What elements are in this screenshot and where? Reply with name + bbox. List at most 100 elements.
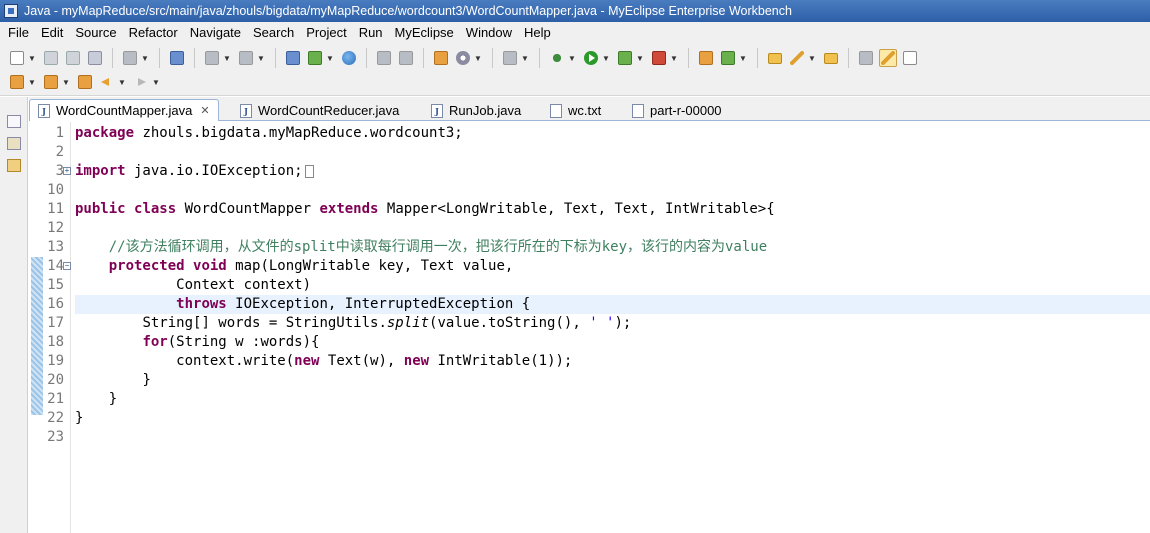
code-area[interactable]: package zhouls.bigdata.myMapReduce.wordc… bbox=[71, 122, 1150, 533]
search-tool-dropdown[interactable]: ▼ bbox=[257, 49, 265, 67]
back-dropdown[interactable]: ▼ bbox=[118, 73, 126, 91]
menu-search[interactable]: Search bbox=[247, 25, 300, 40]
browser-button[interactable] bbox=[340, 49, 358, 67]
grid-button[interactable] bbox=[432, 49, 450, 67]
settings-button[interactable] bbox=[454, 49, 472, 67]
db-button[interactable] bbox=[284, 49, 302, 67]
annotation-ruler[interactable] bbox=[29, 122, 45, 533]
deploy-button[interactable] bbox=[168, 49, 186, 67]
line-number: 20 bbox=[47, 372, 64, 388]
next-annotation-button[interactable] bbox=[8, 73, 26, 91]
tab-wordcountreducer[interactable]: J WordCountReducer.java bbox=[231, 99, 411, 121]
restore-icon[interactable] bbox=[7, 115, 21, 128]
copy-button[interactable] bbox=[375, 49, 393, 67]
forward-button[interactable] bbox=[132, 73, 150, 91]
coverage-icon bbox=[618, 51, 632, 65]
folded-imports-box[interactable] bbox=[304, 164, 314, 178]
collapse-method-icon[interactable]: − bbox=[63, 262, 71, 270]
toolbar-separator bbox=[366, 48, 367, 68]
new-button[interactable] bbox=[8, 49, 26, 67]
menu-project[interactable]: Project bbox=[300, 25, 352, 40]
menu-refactor[interactable]: Refactor bbox=[123, 25, 184, 40]
edit-button[interactable] bbox=[788, 49, 806, 67]
toolbar-separator bbox=[539, 48, 540, 68]
window-title: Java - myMapReduce/src/main/java/zhouls/… bbox=[24, 4, 792, 18]
toolbar-separator bbox=[688, 48, 689, 68]
debug-dropdown[interactable]: ▼ bbox=[568, 49, 576, 67]
new-class-dropdown[interactable]: ▼ bbox=[739, 49, 747, 67]
change-indicator-bar bbox=[31, 257, 43, 415]
menu-run[interactable]: Run bbox=[353, 25, 389, 40]
new-dropdown[interactable]: ▼ bbox=[28, 49, 36, 67]
prev-annotation-button[interactable] bbox=[42, 73, 60, 91]
save-all-button[interactable] bbox=[64, 49, 82, 67]
settings-dropdown[interactable]: ▼ bbox=[474, 49, 482, 67]
perspective-other-button[interactable] bbox=[901, 49, 919, 67]
line-number: 2 bbox=[55, 144, 64, 160]
refresh-button[interactable] bbox=[397, 49, 415, 67]
menu-window[interactable]: Window bbox=[460, 25, 518, 40]
string-literal: ' ' bbox=[589, 315, 615, 331]
menu-help[interactable]: Help bbox=[518, 25, 557, 40]
java-file-icon: J bbox=[431, 103, 443, 118]
open-folder-button[interactable] bbox=[822, 49, 840, 67]
run-icon bbox=[584, 51, 598, 65]
menu-file[interactable]: File bbox=[2, 25, 35, 40]
server-button[interactable] bbox=[121, 49, 139, 67]
run-dropdown[interactable]: ▼ bbox=[602, 49, 610, 67]
code-text: Context context) bbox=[176, 277, 312, 293]
menu-myeclipse[interactable]: MyEclipse bbox=[389, 25, 460, 40]
tab-part-r-00000[interactable]: part-r-00000 bbox=[623, 99, 748, 121]
code-comment: //该方法循环调用，从文件的split中读取每行调用一次，把该行所在的下标为ke… bbox=[108, 239, 768, 255]
open-type-button[interactable] bbox=[766, 49, 784, 67]
open-dropdown[interactable]: ▼ bbox=[326, 49, 334, 67]
toolbar-row-1: ▼ ▼ ▼ ▼ ▼ ▼ ▼ ▼ ▼ ▼ ▼ ▼ ▼ bbox=[6, 45, 921, 71]
run-button[interactable] bbox=[582, 49, 600, 67]
pin-button[interactable] bbox=[857, 49, 875, 67]
camera-dropdown[interactable]: ▼ bbox=[521, 49, 529, 67]
menu-edit[interactable]: Edit bbox=[35, 25, 69, 40]
tools-dropdown[interactable]: ▼ bbox=[223, 49, 231, 67]
new-package-button[interactable] bbox=[697, 49, 715, 67]
code-text: WordCountMapper bbox=[176, 201, 320, 217]
server-dropdown[interactable]: ▼ bbox=[141, 49, 149, 67]
package-explorer-icon[interactable] bbox=[7, 159, 21, 172]
external-tools-dropdown[interactable]: ▼ bbox=[670, 49, 678, 67]
save-button[interactable] bbox=[42, 49, 60, 67]
tab-wordcountmapper[interactable]: J WordCountMapper.java ✕ bbox=[29, 99, 219, 121]
keyword: throws bbox=[176, 296, 227, 312]
last-edit-button[interactable] bbox=[76, 73, 94, 91]
hierarchy-icon[interactable] bbox=[7, 137, 21, 150]
open-button[interactable] bbox=[306, 49, 324, 67]
class-icon bbox=[721, 51, 735, 65]
pencil-icon bbox=[790, 51, 804, 65]
perspective-java-button[interactable] bbox=[879, 49, 897, 67]
code-editor[interactable]: 1 2 3 10 11 12 13 14 15 16 17 18 19 20 2… bbox=[29, 122, 1150, 533]
expand-import-icon[interactable]: + bbox=[63, 167, 71, 175]
menu-source[interactable]: Source bbox=[69, 25, 122, 40]
prev-annotation-dropdown[interactable]: ▼ bbox=[62, 73, 70, 91]
forward-dropdown[interactable]: ▼ bbox=[152, 73, 160, 91]
code-text: IntWritable(1)); bbox=[429, 353, 573, 369]
code-text: Text(w), bbox=[319, 353, 404, 369]
next-annotation-dropdown[interactable]: ▼ bbox=[28, 73, 36, 91]
coverage-dropdown[interactable]: ▼ bbox=[636, 49, 644, 67]
tab-runjob[interactable]: J RunJob.java bbox=[422, 99, 540, 121]
back-button[interactable] bbox=[98, 73, 116, 91]
tab-label: wc.txt bbox=[568, 103, 602, 118]
external-tools-button[interactable] bbox=[650, 49, 668, 67]
menu-navigate[interactable]: Navigate bbox=[184, 25, 247, 40]
search-tool-button[interactable] bbox=[237, 49, 255, 67]
menu-bar: File Edit Source Refactor Navigate Searc… bbox=[0, 22, 1150, 42]
tools-button[interactable] bbox=[203, 49, 221, 67]
coverage-button[interactable] bbox=[616, 49, 634, 67]
new-class-button[interactable] bbox=[719, 49, 737, 67]
toolbar-row-2: ▼ ▼ ▼ ▼ bbox=[6, 69, 164, 95]
camera-button[interactable] bbox=[501, 49, 519, 67]
tab-wc-txt[interactable]: wc.txt bbox=[541, 99, 621, 121]
debug-button[interactable] bbox=[548, 49, 566, 67]
myeclipse-app-icon bbox=[4, 4, 18, 18]
close-icon[interactable]: ✕ bbox=[200, 104, 209, 117]
edit-dropdown[interactable]: ▼ bbox=[808, 49, 816, 67]
print-button[interactable] bbox=[86, 49, 104, 67]
